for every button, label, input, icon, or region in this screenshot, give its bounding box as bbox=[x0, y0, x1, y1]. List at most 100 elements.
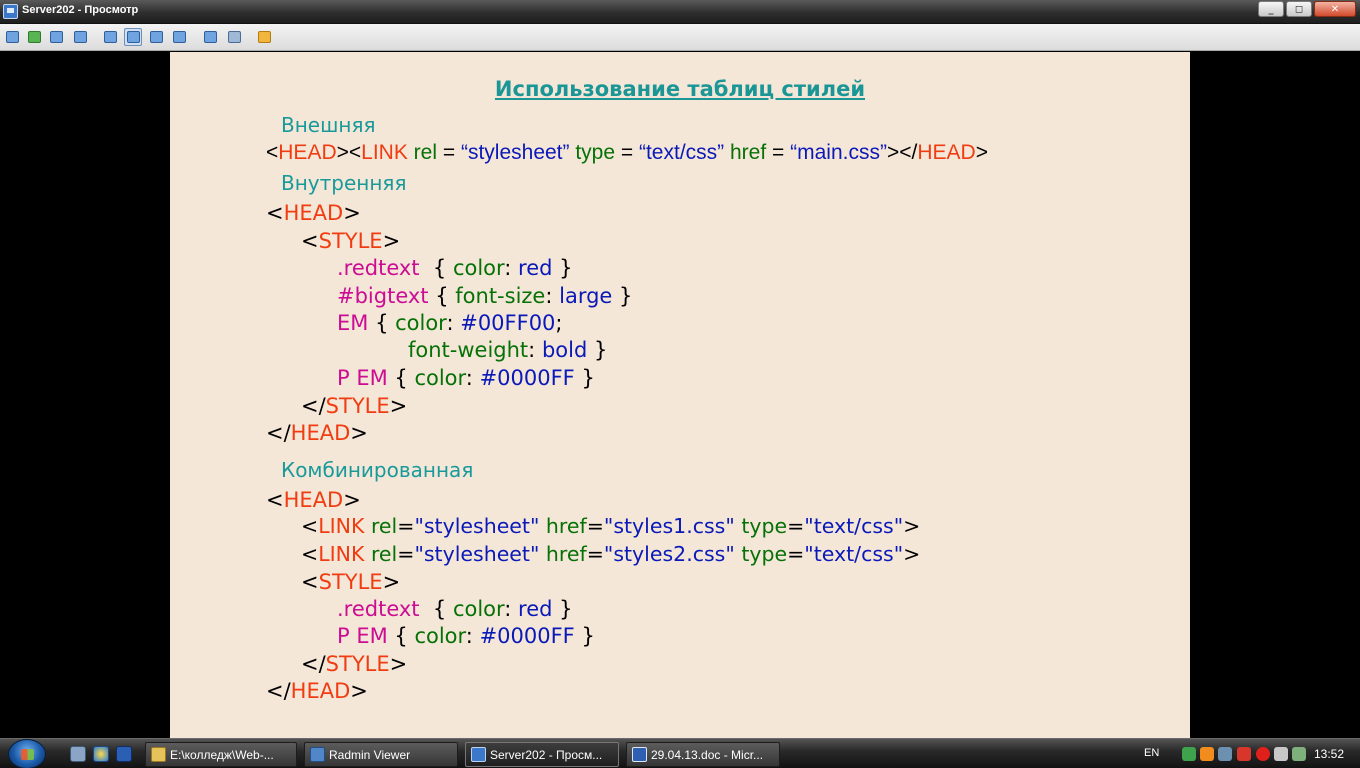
code-token: .redtext bbox=[337, 256, 420, 280]
voice-chat-icon bbox=[49, 31, 63, 43]
presentation-slide: Использование таблиц стилей Внешняя <HEA… bbox=[170, 52, 1190, 738]
start-button[interactable] bbox=[8, 739, 46, 768]
code-token: HEAD bbox=[917, 141, 976, 164]
code-token: </ bbox=[301, 394, 326, 418]
code-token: > bbox=[343, 201, 361, 225]
code-line: #bigtext { font-size: large } bbox=[337, 284, 632, 308]
normal-mode-button[interactable] bbox=[101, 28, 119, 46]
taskbar: E:\колледж\Web-... Radmin Viewer Server2… bbox=[0, 738, 1360, 768]
external-code-line: <HEAD><LINK rel = “stylesheet” type = “t… bbox=[266, 141, 988, 165]
code-token: “text/css” bbox=[638, 141, 725, 164]
task-label: Radmin Viewer bbox=[329, 747, 411, 762]
code-token: rel bbox=[364, 542, 398, 566]
fullscreen-button[interactable] bbox=[124, 28, 142, 46]
code-token: > bbox=[389, 652, 408, 676]
code-token: ; bbox=[555, 311, 563, 335]
code-token: “main.css” bbox=[790, 141, 887, 164]
scaled-mode-button[interactable] bbox=[147, 28, 165, 46]
task-explorer[interactable]: E:\колледж\Web-... bbox=[145, 742, 297, 767]
code-token: > bbox=[389, 394, 408, 418]
restore-button[interactable]: ◻ bbox=[1286, 1, 1312, 17]
code-line: </HEAD> bbox=[266, 421, 368, 445]
safe-remove-icon[interactable] bbox=[1292, 747, 1306, 761]
task-label: 29.04.13.doc - Micr... bbox=[651, 747, 764, 762]
shield-icon[interactable] bbox=[1237, 747, 1251, 761]
code-token: #0000FF bbox=[479, 366, 575, 390]
close-connection-icon bbox=[257, 31, 271, 43]
code-line: <STYLE> bbox=[301, 229, 400, 253]
folder-icon bbox=[151, 747, 166, 762]
task-radmin-viewer[interactable]: Radmin Viewer bbox=[304, 742, 458, 767]
fit-window-button[interactable] bbox=[170, 28, 188, 46]
code-token: < bbox=[266, 141, 279, 164]
close-button[interactable]: ✕ bbox=[1314, 1, 1356, 17]
code-token: = bbox=[586, 514, 604, 538]
code-token: #0000FF bbox=[479, 624, 575, 648]
minimize-button[interactable]: _ bbox=[1258, 1, 1284, 17]
fit-window-icon bbox=[172, 31, 186, 43]
code-token: } bbox=[574, 366, 595, 390]
task-label: Server202 - Просм... bbox=[490, 747, 603, 762]
clock[interactable]: 13:52 bbox=[1314, 747, 1344, 761]
code-token: type bbox=[734, 514, 788, 538]
code-token: } bbox=[612, 284, 633, 308]
full-control-button[interactable] bbox=[3, 28, 21, 46]
view-only-button[interactable] bbox=[25, 28, 43, 46]
code-token: HEAD bbox=[283, 201, 344, 225]
code-token: = bbox=[586, 542, 604, 566]
code-token: "styles2.css" bbox=[603, 542, 735, 566]
code-token: "text/css" bbox=[804, 514, 904, 538]
task-server-view[interactable]: Server202 - Просм... bbox=[465, 742, 619, 767]
code-token: "text/css" bbox=[804, 542, 904, 566]
code-line: <STYLE> bbox=[301, 570, 400, 594]
window-title: Server202 - Просмотр bbox=[22, 4, 139, 16]
code-token: HEAD bbox=[283, 488, 344, 512]
screen-select-icon bbox=[203, 31, 217, 43]
code-token: = bbox=[615, 141, 639, 164]
code-token: < bbox=[266, 488, 284, 512]
text-chat-icon bbox=[73, 31, 87, 43]
code-token: { bbox=[387, 366, 415, 390]
code-token: color bbox=[395, 311, 447, 335]
code-token: > bbox=[350, 679, 368, 703]
code-token: "stylesheet" bbox=[414, 542, 540, 566]
code-token: > bbox=[903, 542, 921, 566]
code-token: HEAD bbox=[290, 421, 351, 445]
code-line: </STYLE> bbox=[301, 394, 407, 418]
code-token: rel bbox=[364, 514, 398, 538]
slide-title: Использование таблиц стилей bbox=[494, 77, 866, 101]
code-token: > bbox=[382, 229, 401, 253]
opera-icon[interactable] bbox=[1256, 747, 1270, 761]
code-token: P EM bbox=[337, 366, 388, 390]
code-token: = bbox=[766, 141, 791, 164]
text-chat-button[interactable] bbox=[71, 28, 89, 46]
code-token: < bbox=[301, 514, 319, 538]
code-token: href bbox=[539, 542, 587, 566]
voice-chat-button[interactable] bbox=[47, 28, 65, 46]
external-header: Внешняя bbox=[281, 113, 376, 137]
code-token: STYLE bbox=[318, 570, 383, 594]
network-icon[interactable] bbox=[1182, 747, 1196, 761]
settings-button[interactable] bbox=[225, 28, 243, 46]
screen-select-button[interactable] bbox=[201, 28, 219, 46]
code-token: #bigtext bbox=[337, 284, 429, 308]
code-token: "stylesheet" bbox=[414, 514, 540, 538]
media-icon[interactable] bbox=[116, 746, 132, 762]
code-token: HEAD bbox=[290, 679, 351, 703]
volume-icon[interactable] bbox=[1274, 747, 1288, 761]
monitor-icon[interactable] bbox=[1218, 747, 1232, 761]
media-player-icon[interactable] bbox=[1200, 747, 1214, 761]
show-desktop-icon[interactable] bbox=[70, 746, 86, 762]
code-token: : bbox=[504, 256, 519, 280]
code-token: red bbox=[518, 256, 553, 280]
code-token: >< bbox=[336, 141, 362, 164]
code-token: bold bbox=[541, 338, 588, 362]
code-line: EM { color: #00FF00; bbox=[337, 311, 563, 335]
code-token: > bbox=[343, 488, 361, 512]
language-indicator[interactable]: EN bbox=[1144, 747, 1159, 759]
ie-icon[interactable] bbox=[93, 746, 109, 762]
task-word-document[interactable]: 29.04.13.doc - Micr... bbox=[626, 742, 780, 767]
code-token: P EM bbox=[337, 624, 388, 648]
close-connection-button[interactable] bbox=[255, 28, 273, 46]
code-token: STYLE bbox=[325, 394, 390, 418]
